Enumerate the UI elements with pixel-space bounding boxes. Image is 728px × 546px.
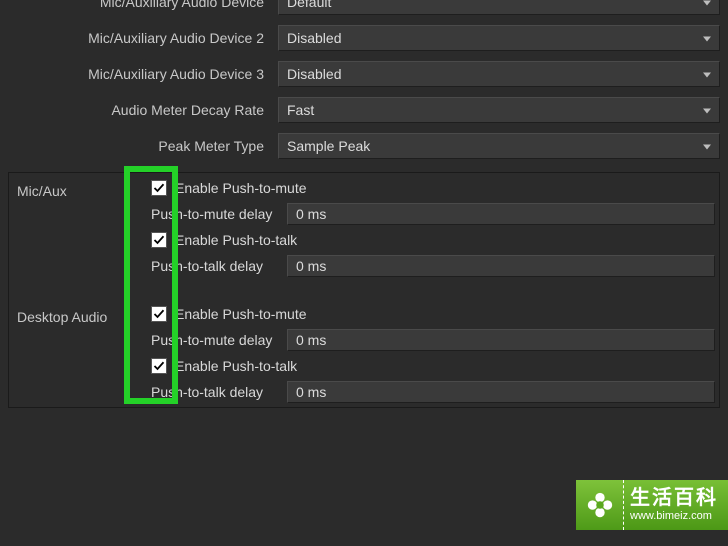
mic-aux-device-3-dropdown[interactable]: Disabled	[278, 61, 720, 87]
mic-aux-push-to-mute-delay-value: 0 ms	[296, 206, 326, 222]
desktop-audio-push-to-talk-delay-value: 0 ms	[296, 384, 326, 400]
desktop-audio-push-to-talk-label: Enable Push-to-talk	[175, 358, 297, 374]
mic-aux-device-value: Default	[287, 0, 331, 10]
desktop-audio-push-to-mute-delay-label: Push-to-mute delay	[131, 332, 287, 348]
check-icon	[153, 234, 165, 246]
desktop-audio-push-to-talk-delay-label: Push-to-talk delay	[131, 384, 287, 400]
desktop-audio-push-to-mute-label: Enable Push-to-mute	[175, 306, 307, 322]
desktop-audio-push-to-mute-delay-spinbox[interactable]: 0 ms	[287, 329, 715, 351]
mic-aux-push-to-mute-checkbox[interactable]	[151, 180, 167, 196]
mic-aux-push-to-mute-label: Enable Push-to-mute	[175, 180, 307, 196]
hotkeys-groupbox: Mic/Aux Enable Push-to-mute Push-to-mute…	[8, 172, 720, 408]
mic-aux-push-to-talk-delay-spinbox[interactable]: 0 ms	[287, 255, 715, 277]
decay-rate-label: Audio Meter Decay Rate	[0, 102, 278, 118]
mic-aux-device-2-label: Mic/Auxiliary Audio Device 2	[0, 30, 278, 46]
peak-meter-type-dropdown[interactable]: Sample Peak	[278, 133, 720, 159]
mic-aux-push-to-talk-delay-value: 0 ms	[296, 258, 326, 274]
mic-aux-push-to-talk-label: Enable Push-to-talk	[175, 232, 297, 248]
mic-aux-push-to-talk-checkbox[interactable]	[151, 232, 167, 248]
flower-icon	[585, 490, 615, 520]
mic-aux-device-label: Mic/Auxiliary Audio Device	[0, 0, 278, 10]
desktop-audio-push-to-talk-delay-spinbox[interactable]: 0 ms	[287, 381, 715, 403]
mic-aux-group-title: Mic/Aux	[11, 175, 123, 301]
decay-rate-value: Fast	[287, 102, 314, 118]
watermark-title: 生活百科	[630, 488, 728, 508]
peak-meter-type-value: Sample Peak	[287, 138, 370, 154]
check-icon	[153, 308, 165, 320]
check-icon	[153, 360, 165, 372]
decay-rate-dropdown[interactable]: Fast	[278, 97, 720, 123]
check-icon	[153, 182, 165, 194]
mic-aux-push-to-mute-delay-label: Push-to-mute delay	[131, 206, 287, 222]
mic-aux-push-to-mute-delay-spinbox[interactable]: 0 ms	[287, 203, 715, 225]
mic-aux-push-to-talk-delay-label: Push-to-talk delay	[131, 258, 287, 274]
desktop-audio-group-title: Desktop Audio	[11, 301, 123, 405]
mic-aux-device-2-value: Disabled	[287, 30, 341, 46]
mic-aux-device-dropdown[interactable]: Default	[278, 0, 720, 15]
peak-meter-type-label: Peak Meter Type	[0, 138, 278, 154]
mic-aux-device-2-dropdown[interactable]: Disabled	[278, 25, 720, 51]
mic-aux-device-3-label: Mic/Auxiliary Audio Device 3	[0, 66, 278, 82]
watermark-badge: 生活百科 www.bimeiz.com	[576, 480, 728, 530]
desktop-audio-push-to-mute-checkbox[interactable]	[151, 306, 167, 322]
desktop-audio-push-to-talk-checkbox[interactable]	[151, 358, 167, 374]
mic-aux-device-3-value: Disabled	[287, 66, 341, 82]
watermark-logo	[576, 480, 624, 530]
watermark-url: www.bimeiz.com	[630, 510, 728, 522]
desktop-audio-push-to-mute-delay-value: 0 ms	[296, 332, 326, 348]
